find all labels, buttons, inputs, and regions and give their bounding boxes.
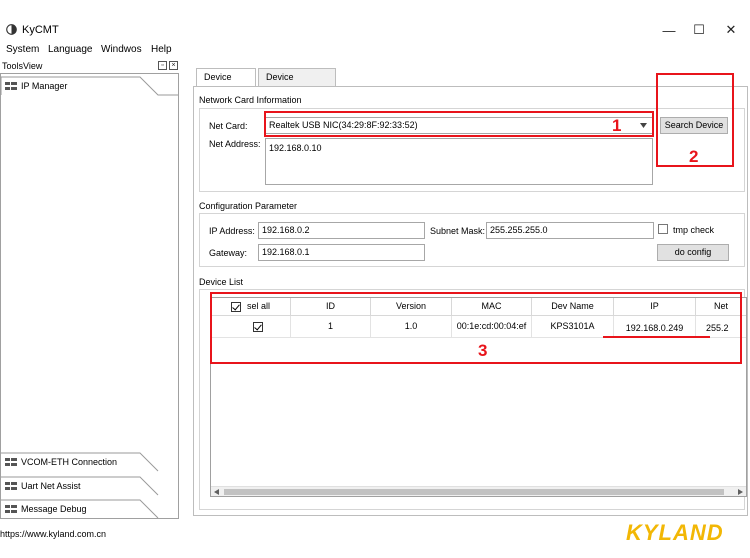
subnet-mask-field[interactable]: 255.255.255.0 [486,222,654,239]
subnet-mask-label: Subnet Mask: [430,226,486,236]
grid-icon [5,458,17,466]
menu-help[interactable]: Help [151,44,172,56]
gateway-label: Gateway: [209,248,248,258]
app-logo-icon [6,24,17,35]
scroll-left-icon[interactable] [214,489,219,495]
net-address-field[interactable]: 192.168.0.10 [265,138,653,185]
kyland-logo: KYLAND [626,520,724,545]
tab-uart-net-assist[interactable]: Uart Net Assist [0,476,178,496]
annotation-number-3: 3 [478,341,488,360]
grid-icon [5,482,17,490]
float-icon[interactable]: ▫ [158,61,167,70]
tab-label: Uart Net Assist [21,481,81,491]
tab-ip-manager[interactable]: IP Manager [0,76,178,96]
grid-icon [5,82,17,90]
tab-label: VCOM-ETH Connection [21,457,118,467]
menu-windows[interactable]: Windwos [101,44,142,56]
close-button[interactable]: ✕ [716,18,746,42]
network-card-group-label: Network Card Information [199,95,302,105]
ip-address-field[interactable]: 192.168.0.2 [258,222,425,239]
tab-message-debug[interactable]: Message Debug [0,499,178,519]
horizontal-scrollbar[interactable] [211,486,746,496]
tab-label: Message Debug [21,504,87,514]
status-url: https://www.kyland.com.cn [0,529,107,539]
close-panel-icon[interactable]: × [169,61,178,70]
annotation-number-2: 2 [689,147,699,166]
net-address-label: Net Address: [209,139,261,149]
config-group-label: Configuration Parameter [199,201,298,211]
logo-text: KYLAND [626,520,724,545]
title-bar [0,18,750,42]
tab-label: IP Manager [21,81,68,91]
ip-address-label: IP Address: [209,226,255,236]
annotation-box-3 [210,292,742,364]
tab-device-console[interactable]: Device Consolo [258,68,336,99]
device-list-group-label: Device List [199,277,244,287]
net-card-label: Net Card: [209,121,248,131]
tab-device-info[interactable]: Device Info [196,68,256,99]
toolsview-title: ToolsView [2,61,43,71]
annotation-number-1: 1 [612,116,622,135]
do-config-button[interactable]: do config [657,244,729,261]
window-title: KyCMT [22,24,59,36]
scrollbar-thumb[interactable] [224,489,724,495]
menu-language[interactable]: Language [48,44,93,56]
gateway-field[interactable]: 192.168.0.1 [258,244,425,261]
tmp-check-checkbox[interactable] [658,224,668,234]
tab-vcom-eth-connection[interactable]: VCOM-ETH Connection [0,452,178,472]
grid-icon [5,505,17,513]
scroll-right-icon[interactable] [738,489,743,495]
annotation-box-1 [264,111,654,137]
tmp-check-label: tmp check [673,225,715,235]
maximize-button[interactable]: ☐ [684,18,714,42]
minimize-button[interactable]: — [654,18,684,42]
menu-system[interactable]: System [6,44,39,56]
